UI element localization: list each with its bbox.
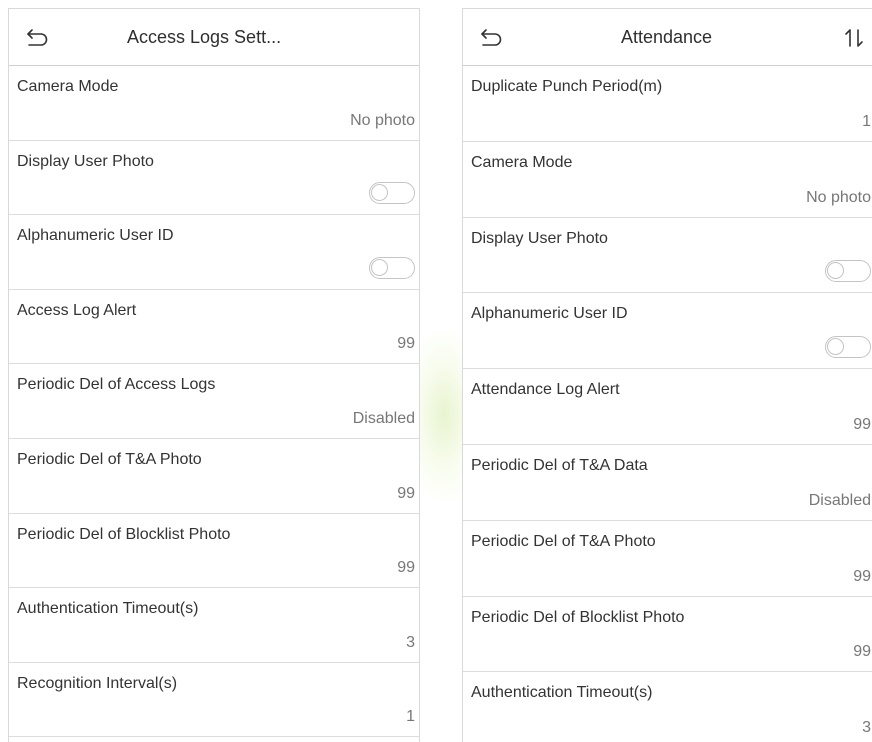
setting-label: Periodic Del of Blocklist Photo <box>17 525 231 543</box>
sort-icon[interactable] <box>841 26 867 50</box>
setting-label: Alphanumeric User ID <box>471 305 628 323</box>
setting-value: 99 <box>397 484 415 502</box>
setting-value: 3 <box>862 719 871 737</box>
back-arrow-icon[interactable] <box>479 27 503 49</box>
setting-value: 1 <box>406 708 415 726</box>
setting-label: Authentication Timeout(s) <box>471 684 653 702</box>
setting-label: Periodic Del of Access Logs <box>17 376 216 394</box>
setting-value: Disabled <box>352 409 415 427</box>
setting-row-periodic-del-of-t-a-photo[interactable]: Periodic Del of T&A Photo 99 <box>463 520 872 597</box>
setting-row-attendance-log-alert[interactable]: Attendance Log Alert 99 <box>463 369 872 445</box>
setting-value: 3 <box>406 633 415 651</box>
toggle-switch[interactable] <box>369 256 415 279</box>
setting-row-display-user-photo[interactable]: Display User Photo <box>9 140 419 216</box>
setting-value: 99 <box>853 415 871 433</box>
setting-value: 99 <box>853 567 871 585</box>
setting-row-periodic-del-of-access-logs[interactable]: Periodic Del of Access Logs Disabled <box>9 364 419 439</box>
toggle-knob <box>371 258 388 276</box>
toggle-knob <box>371 184 388 202</box>
settings-list: Camera Mode No photo Display User Photo Alp… <box>9 66 419 738</box>
setting-row-recognition-interval-s[interactable]: Recognition Interval(s) 1 <box>9 662 419 738</box>
setting-label: Camera Mode <box>471 153 573 171</box>
setting-label: Periodic Del of T&A Photo <box>17 450 202 468</box>
toggle-knob <box>827 338 844 356</box>
toggle-switch[interactable] <box>825 260 871 283</box>
setting-label: Duplicate Punch Period(m) <box>471 78 663 95</box>
setting-row-alphanumeric-user-id[interactable]: Alphanumeric User ID <box>463 293 872 370</box>
setting-label: Recognition Interval(s) <box>17 674 178 692</box>
attendance-settings-panel: Attendance Duplicate Punch Period(m) 1 Cam… <box>462 8 872 742</box>
setting-row-duplicate-punch-period-m[interactable]: Duplicate Punch Period(m) 1 <box>463 66 872 142</box>
setting-row-alphanumeric-user-id[interactable]: Alphanumeric User ID <box>9 215 419 290</box>
setting-row-access-log-alert[interactable]: Access Log Alert 99 <box>9 289 419 365</box>
setting-value: 99 <box>397 335 415 353</box>
setting-row-periodic-del-of-t-a-photo[interactable]: Periodic Del of T&A Photo 99 <box>9 438 419 514</box>
setting-row-periodic-del-of-blocklist-photo[interactable]: Periodic Del of Blocklist Photo 99 <box>9 513 419 589</box>
header-bar: Access Logs Sett... <box>9 9 419 66</box>
setting-row-camera-mode[interactable]: Camera Mode No photo <box>9 66 419 141</box>
setting-label: Periodic Del of T&A Data <box>471 456 648 474</box>
setting-label: Attendance Log Alert <box>471 381 620 399</box>
setting-value: Disabled <box>808 491 871 509</box>
setting-label: Display User Photo <box>17 152 154 170</box>
page-title: Attendance <box>621 27 713 47</box>
setting-label: Camera Mode <box>17 78 119 95</box>
page-title: Access Logs Sett... <box>127 27 282 47</box>
setting-label: Display User Photo <box>471 229 608 247</box>
setting-row-authentication-timeout-s[interactable]: Authentication Timeout(s) 3 <box>9 588 419 663</box>
setting-value: 1 <box>862 112 871 130</box>
setting-value: 99 <box>853 643 871 661</box>
setting-label: Access Log Alert <box>17 301 137 319</box>
toggle-switch[interactable] <box>825 336 871 359</box>
setting-row-periodic-del-of-t-a-data[interactable]: Periodic Del of T&A Data Disabled <box>463 444 872 521</box>
toggle-knob <box>827 262 844 280</box>
setting-label: Alphanumeric User ID <box>17 227 174 245</box>
setting-label: Authentication Timeout(s) <box>17 600 199 618</box>
back-arrow-icon[interactable] <box>25 27 49 49</box>
setting-row-display-user-photo[interactable]: Display User Photo <box>463 217 872 294</box>
access-logs-settings-panel: Access Logs Sett... Camera Mode No photo D… <box>8 8 420 742</box>
setting-value: No photo <box>350 111 415 129</box>
setting-label: Periodic Del of Blocklist Photo <box>471 608 685 626</box>
setting-row-authentication-timeout-s[interactable]: Authentication Timeout(s) 3 <box>463 672 872 742</box>
setting-label: Periodic Del of T&A Photo <box>471 532 656 550</box>
header-bar: Attendance <box>463 9 872 66</box>
settings-list: Duplicate Punch Period(m) 1 Camera Mode No … <box>463 66 872 742</box>
setting-row-camera-mode[interactable]: Camera Mode No photo <box>463 141 872 218</box>
setting-row-periodic-del-of-blocklist-photo[interactable]: Periodic Del of Blocklist Photo 99 <box>463 596 872 673</box>
setting-value: No photo <box>806 188 871 206</box>
setting-value: 99 <box>397 559 415 577</box>
toggle-switch[interactable] <box>369 182 415 205</box>
